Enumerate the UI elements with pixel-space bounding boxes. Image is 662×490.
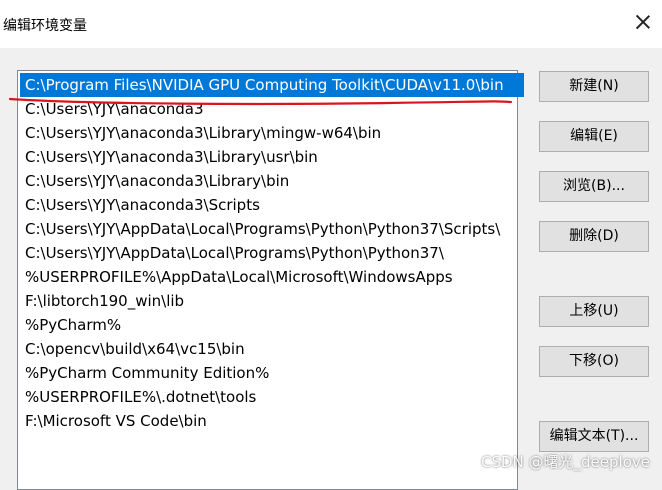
list-item[interactable]: C:\opencv\build\x64\vc15\bin <box>20 337 245 361</box>
env-path-list[interactable]: C:\Program Files\NVIDIA GPU Computing To… <box>17 70 524 490</box>
list-item[interactable]: C:\Users\YJY\anaconda3\Library\usr\bin <box>20 145 318 169</box>
list-item[interactable]: C:\Users\YJY\anaconda3 <box>20 97 204 121</box>
move-down-button[interactable]: 下移(O) <box>539 346 649 377</box>
edit-text-button[interactable]: 编辑文本(T)... <box>539 421 649 452</box>
watermark: CSDN @曙光_deeplove <box>481 453 650 471</box>
list-item[interactable]: C:\Users\YJY\anaconda3\Scripts <box>20 193 260 217</box>
list-item[interactable]: C:\Users\YJY\anaconda3\Library\mingw-w64… <box>20 121 381 145</box>
list-item[interactable]: %PyCharm% <box>20 313 121 337</box>
move-up-button[interactable]: 上移(U) <box>539 296 649 327</box>
list-item[interactable]: C:\Users\YJY\AppData\Local\Programs\Pyth… <box>20 217 500 241</box>
new-button[interactable]: 新建(N) <box>539 71 649 102</box>
close-icon[interactable] <box>634 13 652 31</box>
list-item[interactable]: %PyCharm Community Edition% <box>20 361 269 385</box>
list-item[interactable]: C:\Program Files\NVIDIA GPU Computing To… <box>20 73 524 97</box>
list-item[interactable]: %USERPROFILE%\AppData\Local\Microsoft\Wi… <box>20 265 453 289</box>
edit-button[interactable]: 编辑(E) <box>539 121 649 152</box>
list-item[interactable]: F:\libtorch190_win\lib <box>20 289 184 313</box>
list-item[interactable]: F:\Microsoft VS Code\bin <box>20 409 207 433</box>
window-title: 编辑环境变量 <box>3 18 87 34</box>
list-item[interactable]: %USERPROFILE%\.dotnet\tools <box>20 385 256 409</box>
delete-button[interactable]: 删除(D) <box>539 221 649 252</box>
title-bar: 编辑环境变量 <box>0 0 662 48</box>
list-item[interactable]: C:\Users\YJY\anaconda3\Library\bin <box>20 169 289 193</box>
browse-button[interactable]: 浏览(B)... <box>539 171 649 202</box>
list-item[interactable]: C:\Users\YJY\AppData\Local\Programs\Pyth… <box>20 241 444 265</box>
